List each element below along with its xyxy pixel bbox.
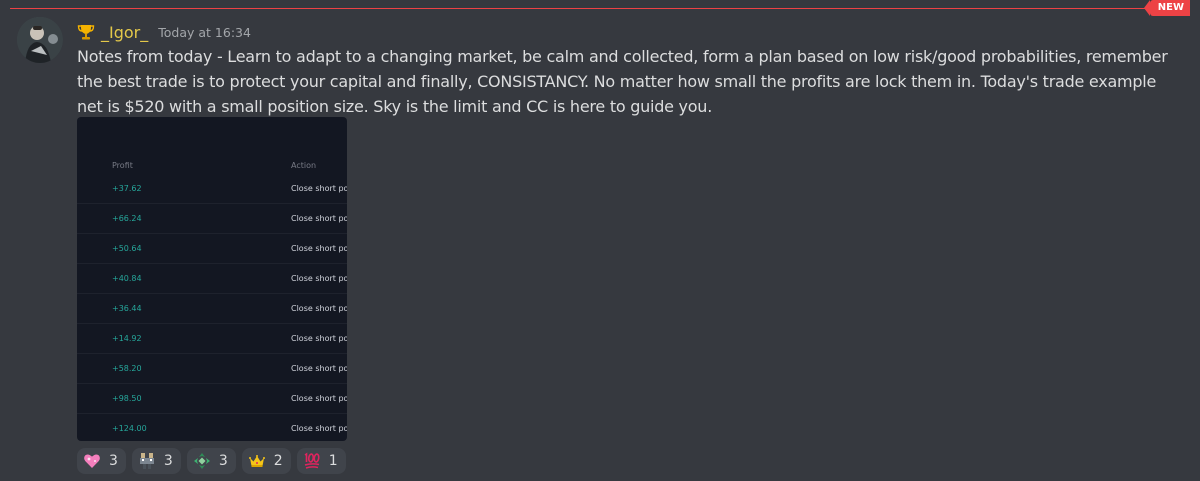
action-cell: Close short po — [291, 364, 347, 373]
table-header: Profit Action — [77, 161, 347, 173]
table-row: +66.24 Close short po — [77, 203, 347, 234]
action-cell: Close short po — [291, 424, 347, 433]
action-cell: Close short po — [291, 214, 347, 223]
table-row: +36.44 Close short po — [77, 293, 347, 324]
reaction-custom-emoji-2[interactable]: 3 — [186, 448, 236, 474]
hundred-points-icon — [303, 452, 321, 470]
custom-emoji-2-icon — [193, 452, 211, 470]
profit-cell: +98.50 — [112, 394, 142, 403]
username[interactable]: _Igor_ — [101, 23, 148, 42]
reactions-bar: 3 3 3 2 1 — [77, 448, 346, 474]
reaction-count: 1 — [328, 453, 338, 469]
action-cell: Close short po — [291, 394, 347, 403]
reaction-custom-emoji[interactable]: 3 — [131, 448, 181, 474]
profit-cell: +40.84 — [112, 274, 142, 283]
sparkling-heart-icon — [83, 452, 101, 470]
profit-cell: +66.24 — [112, 214, 142, 223]
column-header-profit: Profit — [112, 161, 133, 170]
profit-cell: +124.00 — [112, 424, 147, 433]
trophy-icon — [77, 23, 95, 41]
new-messages-divider — [10, 8, 1190, 9]
table-row: +14.92 Close short po — [77, 323, 347, 354]
avatar-image — [17, 17, 63, 63]
reaction-crown[interactable]: 2 — [241, 448, 291, 474]
reaction-sparkling-heart[interactable]: 3 — [77, 448, 126, 474]
reaction-hundred-points[interactable]: 1 — [296, 448, 346, 474]
profit-cell: +50.64 — [112, 244, 142, 253]
image-attachment[interactable]: Profit Action +37.62 Close short po +66.… — [77, 117, 347, 441]
crown-icon — [248, 452, 266, 470]
message-content: Notes from today - Learn to adapt to a c… — [77, 47, 1168, 116]
profit-cell: +58.20 — [112, 364, 142, 373]
chat-view: NEW _Igor_ Today at 16:34 Notes from tod… — [0, 0, 1200, 481]
new-badge: NEW — [1143, 0, 1190, 16]
table-row: +124.00 Close short po — [77, 413, 347, 441]
action-cell: Close short po — [291, 334, 347, 343]
table-row: +50.64 Close short po — [77, 233, 347, 264]
reaction-count: 3 — [163, 453, 173, 469]
profit-cell: +37.62 — [112, 184, 142, 193]
message-header: _Igor_ Today at 16:34 — [77, 20, 1177, 44]
reaction-count: 3 — [109, 453, 118, 469]
table-row: +37.62 Close short po — [77, 173, 347, 204]
message: _Igor_ Today at 16:34 Notes from today -… — [77, 20, 1177, 474]
reaction-count: 2 — [273, 453, 283, 469]
action-cell: Close short po — [291, 304, 347, 313]
action-cell: Close short po — [291, 274, 347, 283]
column-header-action: Action — [291, 161, 317, 170]
message-timestamp: Today at 16:34 — [158, 24, 251, 40]
custom-emoji-icon — [138, 452, 156, 470]
profit-cell: +36.44 — [112, 304, 142, 313]
table-row: +58.20 Close short po — [77, 353, 347, 384]
reaction-count: 3 — [218, 453, 228, 469]
action-cell: Close short po — [291, 184, 347, 193]
profit-cell: +14.92 — [112, 334, 142, 343]
table-row: +98.50 Close short po — [77, 383, 347, 414]
table-row: +40.84 Close short po — [77, 263, 347, 294]
user-avatar[interactable] — [17, 17, 63, 63]
action-cell: Close short po — [291, 244, 347, 253]
